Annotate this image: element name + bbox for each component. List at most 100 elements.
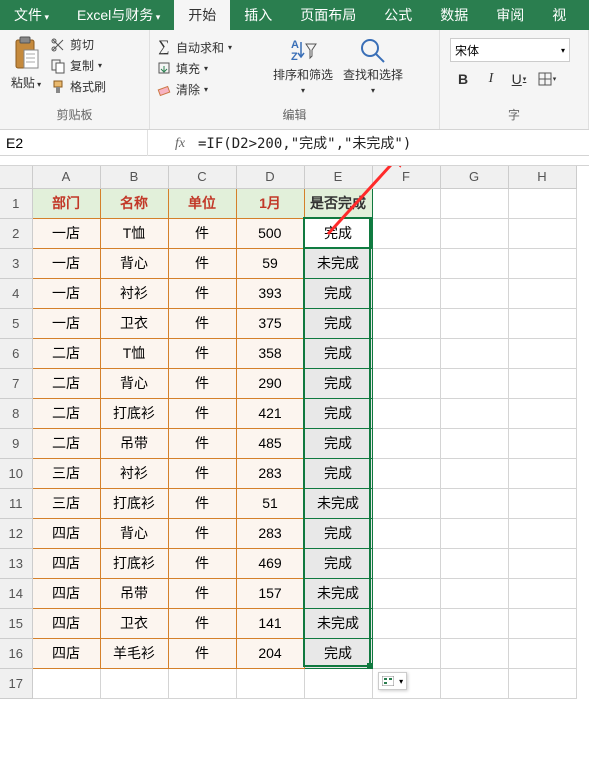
column-header-D[interactable]: D	[236, 166, 304, 188]
row-header-3[interactable]: 3	[0, 248, 32, 278]
cell-B9[interactable]: 吊带	[100, 428, 168, 458]
cell-B3[interactable]: 背心	[100, 248, 168, 278]
cell-E4[interactable]: 完成	[304, 278, 372, 308]
cell-B14[interactable]: 吊带	[100, 578, 168, 608]
cell-G9[interactable]	[440, 428, 508, 458]
cell-B10[interactable]: 衬衫	[100, 458, 168, 488]
cell-C11[interactable]: 件	[168, 488, 236, 518]
row-header-12[interactable]: 12	[0, 518, 32, 548]
row-header-16[interactable]: 16	[0, 638, 32, 668]
select-all-corner[interactable]	[0, 166, 32, 188]
column-header-E[interactable]: E	[304, 166, 372, 188]
cell-C3[interactable]: 件	[168, 248, 236, 278]
tab-file[interactable]: 文件	[0, 0, 63, 30]
cell-G1[interactable]	[440, 188, 508, 218]
cell-A1[interactable]: 部门	[32, 188, 100, 218]
cell-C6[interactable]: 件	[168, 338, 236, 368]
row-header-11[interactable]: 11	[0, 488, 32, 518]
cell-D15[interactable]: 141	[236, 608, 304, 638]
cell-E3[interactable]: 未完成	[304, 248, 372, 278]
row-header-15[interactable]: 15	[0, 608, 32, 638]
cell-E16[interactable]: 完成	[304, 638, 372, 668]
cell-E2[interactable]: 完成	[304, 218, 372, 248]
cell-D5[interactable]: 375	[236, 308, 304, 338]
cell-G4[interactable]	[440, 278, 508, 308]
fill-button[interactable]: 填充 ▾	[156, 60, 266, 77]
cell-A11[interactable]: 三店	[32, 488, 100, 518]
cell-D17[interactable]	[236, 668, 304, 698]
cell-C12[interactable]: 件	[168, 518, 236, 548]
cell-F10[interactable]	[372, 458, 440, 488]
cell-H6[interactable]	[508, 338, 576, 368]
cell-G12[interactable]	[440, 518, 508, 548]
cell-H15[interactable]	[508, 608, 576, 638]
row-header-7[interactable]: 7	[0, 368, 32, 398]
cell-H9[interactable]	[508, 428, 576, 458]
cell-F7[interactable]	[372, 368, 440, 398]
cell-G6[interactable]	[440, 338, 508, 368]
cell-C15[interactable]: 件	[168, 608, 236, 638]
cell-D12[interactable]: 283	[236, 518, 304, 548]
tab-insert[interactable]: 插入	[230, 0, 286, 30]
cell-H13[interactable]	[508, 548, 576, 578]
row-header-2[interactable]: 2	[0, 218, 32, 248]
paste-button[interactable]: 粘贴	[6, 34, 46, 91]
cell-G8[interactable]	[440, 398, 508, 428]
cell-B12[interactable]: 背心	[100, 518, 168, 548]
cell-B16[interactable]: 羊毛衫	[100, 638, 168, 668]
name-box[interactable]: E2	[0, 130, 148, 156]
cell-G17[interactable]	[440, 668, 508, 698]
cell-D13[interactable]: 469	[236, 548, 304, 578]
cell-C10[interactable]: 件	[168, 458, 236, 488]
fx-button[interactable]: fx	[168, 134, 192, 152]
cell-E5[interactable]: 完成	[304, 308, 372, 338]
clear-button[interactable]: 清除 ▾	[156, 81, 266, 98]
copy-button[interactable]: 复制 ▾	[50, 57, 106, 74]
cell-H2[interactable]	[508, 218, 576, 248]
cell-F12[interactable]	[372, 518, 440, 548]
cell-G15[interactable]	[440, 608, 508, 638]
cell-C9[interactable]: 件	[168, 428, 236, 458]
cell-C2[interactable]: 件	[168, 218, 236, 248]
cell-F8[interactable]	[372, 398, 440, 428]
cell-H11[interactable]	[508, 488, 576, 518]
cell-G10[interactable]	[440, 458, 508, 488]
cell-H10[interactable]	[508, 458, 576, 488]
cell-F1[interactable]	[372, 188, 440, 218]
cell-C5[interactable]: 件	[168, 308, 236, 338]
cell-E1[interactable]: 是否完成	[304, 188, 372, 218]
cell-G7[interactable]	[440, 368, 508, 398]
cell-F4[interactable]	[372, 278, 440, 308]
underline-button[interactable]: U	[508, 68, 530, 90]
row-header-6[interactable]: 6	[0, 338, 32, 368]
tab-data[interactable]: 数据	[426, 0, 482, 30]
cell-B7[interactable]: 背心	[100, 368, 168, 398]
cell-B5[interactable]: 卫衣	[100, 308, 168, 338]
formula-input[interactable]: =IF(D2>200,"完成","未完成")	[192, 133, 589, 153]
column-header-F[interactable]: F	[372, 166, 440, 188]
cell-D11[interactable]: 51	[236, 488, 304, 518]
cell-C16[interactable]: 件	[168, 638, 236, 668]
cell-F15[interactable]	[372, 608, 440, 638]
cell-E17[interactable]	[304, 668, 372, 698]
cell-C4[interactable]: 件	[168, 278, 236, 308]
cell-F6[interactable]	[372, 338, 440, 368]
cell-E9[interactable]: 完成	[304, 428, 372, 458]
cell-D6[interactable]: 358	[236, 338, 304, 368]
cell-E14[interactable]: 未完成	[304, 578, 372, 608]
cell-A9[interactable]: 二店	[32, 428, 100, 458]
cell-H14[interactable]	[508, 578, 576, 608]
cell-H1[interactable]	[508, 188, 576, 218]
cell-H12[interactable]	[508, 518, 576, 548]
column-header-B[interactable]: B	[100, 166, 168, 188]
cell-B1[interactable]: 名称	[100, 188, 168, 218]
cell-A8[interactable]: 二店	[32, 398, 100, 428]
cell-D14[interactable]: 157	[236, 578, 304, 608]
row-header-13[interactable]: 13	[0, 548, 32, 578]
column-header-G[interactable]: G	[440, 166, 508, 188]
bold-button[interactable]: B	[452, 68, 474, 90]
cell-C8[interactable]: 件	[168, 398, 236, 428]
cell-A3[interactable]: 一店	[32, 248, 100, 278]
format-painter-button[interactable]: 格式刷	[50, 78, 106, 95]
cell-E11[interactable]: 未完成	[304, 488, 372, 518]
